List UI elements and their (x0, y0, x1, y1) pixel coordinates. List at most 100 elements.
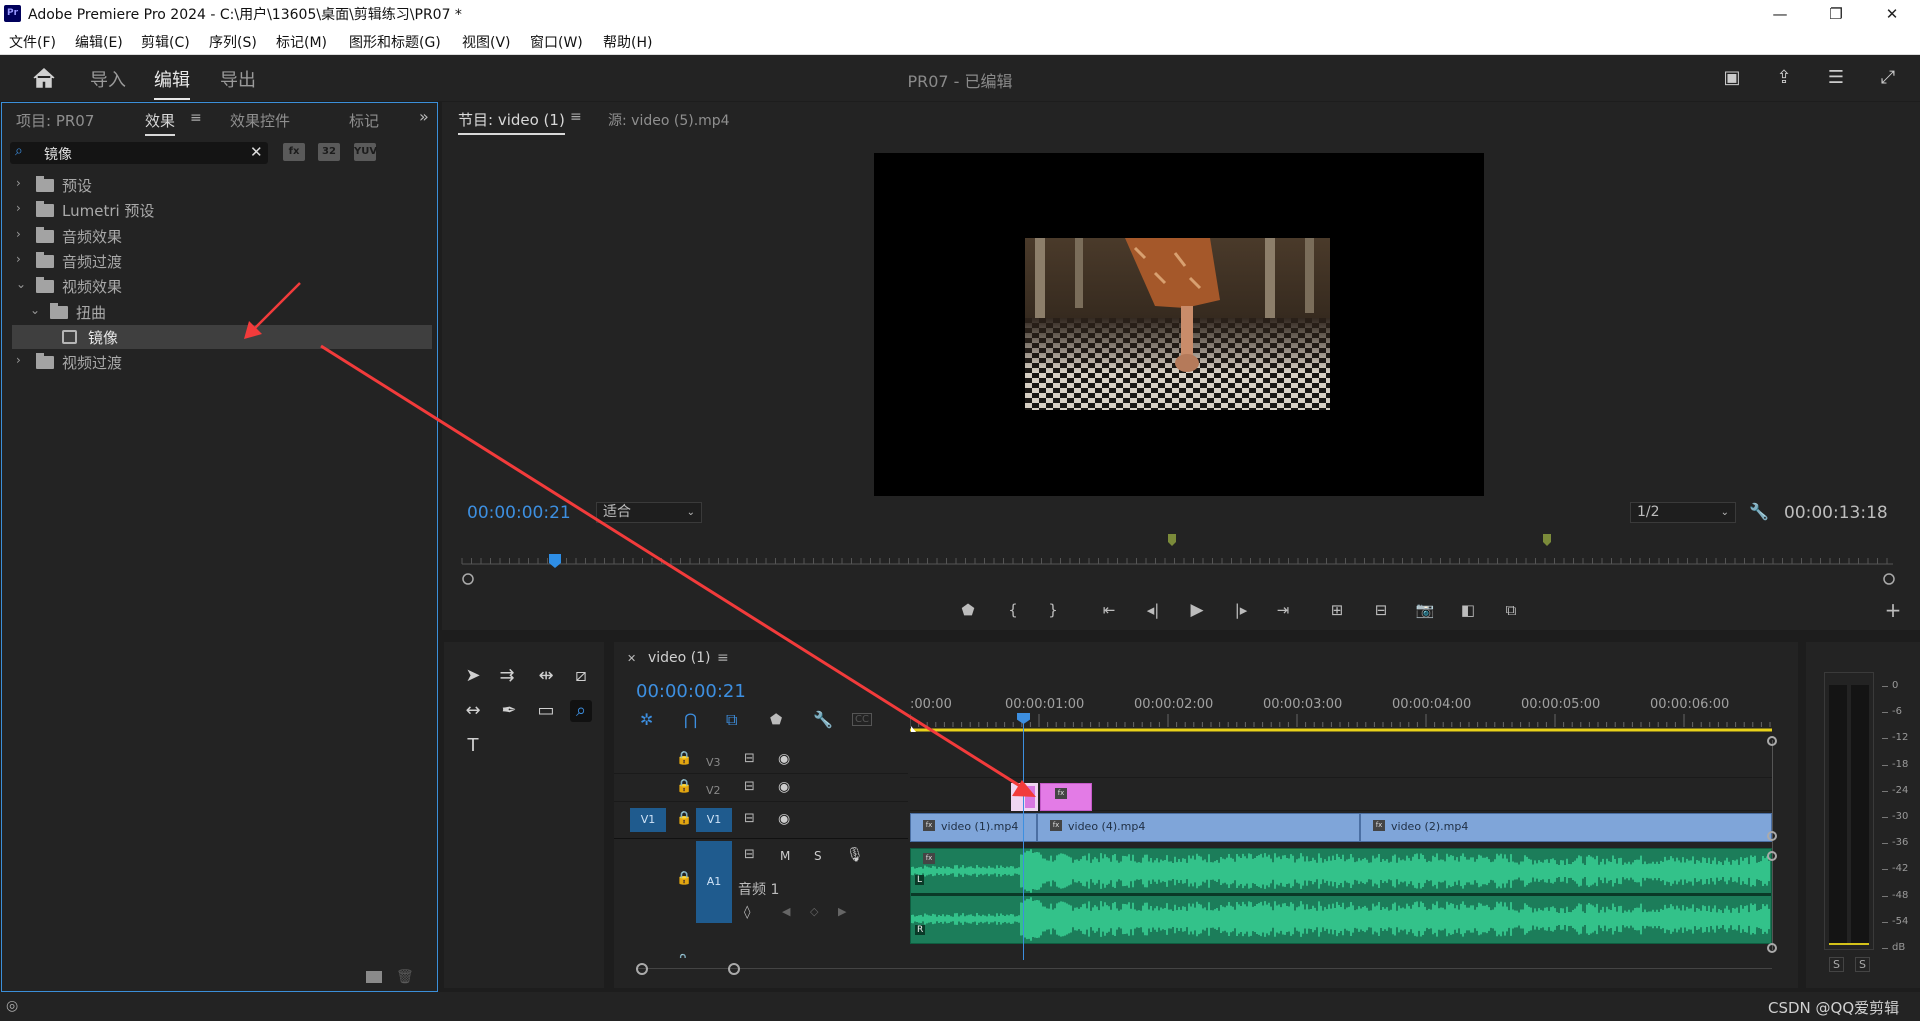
mark-out-icon[interactable]: } (1042, 601, 1064, 619)
step-back-icon[interactable]: ◂| (1142, 601, 1164, 619)
chevron-right-icon[interactable]: › (16, 176, 21, 190)
tree-item[interactable]: › 预设 (8, 173, 432, 197)
clip-video-4[interactable]: fx video (4).mp4 (1037, 813, 1360, 842)
fullscreen-icon[interactable]: ⤢ (1876, 66, 1900, 90)
play-icon[interactable]: ▶ (1186, 601, 1208, 619)
timeline-timecode[interactable]: 00:00:00:21 (636, 681, 746, 702)
menu-help[interactable]: 帮助(H) (603, 32, 652, 52)
step-forward-icon[interactable]: |▸ (1230, 601, 1252, 619)
snap-icon[interactable]: ⋂ (684, 710, 697, 729)
track-v3[interactable] (910, 748, 1772, 778)
solo-button[interactable]: S (814, 849, 822, 863)
minimize-button[interactable]: — (1752, 0, 1808, 28)
tree-item[interactable]: ⌄ 视频效果 (8, 274, 432, 298)
zoom-dropdown[interactable]: 适合 ⌄ (596, 502, 702, 523)
chevron-down-icon[interactable]: ⌄ (16, 277, 26, 291)
close-sequence-icon[interactable]: ✕ (627, 652, 636, 665)
button-editor-plus-icon[interactable]: + (1882, 600, 1904, 620)
timeline-menu-icon[interactable]: ≡ (717, 650, 729, 666)
program-menu-icon[interactable]: ≡ (570, 109, 582, 125)
nest-icon[interactable]: ✲ (640, 710, 653, 729)
lock-icon[interactable]: 🔒 (676, 871, 692, 886)
close-button[interactable]: ✕ (1864, 0, 1920, 28)
next-keyframe-icon[interactable]: ▶ (838, 905, 846, 918)
horizontal-scrollbar[interactable] (636, 968, 1772, 969)
clip-v2[interactable]: fx (1040, 783, 1092, 811)
add-marker-icon[interactable]: ⬟ (770, 712, 782, 728)
tab-markers[interactable]: 标记 (349, 110, 379, 131)
slip-tool-icon[interactable]: ↔ (462, 700, 484, 722)
go-to-in-icon[interactable]: ⇤ (1098, 601, 1120, 619)
clip-audio-1[interactable]: fx L R (910, 848, 1772, 944)
yuv-filter-button[interactable]: YUV (354, 143, 377, 161)
vertical-scrollbar[interactable] (1772, 740, 1773, 950)
selection-tool-icon[interactable]: ➤ (462, 665, 484, 687)
solo-left-button[interactable]: S (1829, 957, 1844, 972)
rectangle-tool-icon[interactable]: ▭ (535, 700, 557, 722)
eye-icon[interactable]: ◉ (778, 811, 790, 827)
timeline-settings-icon[interactable]: 🔧 (813, 710, 833, 729)
workspaces-icon[interactable]: ▣ (1720, 66, 1744, 90)
chevron-right-icon[interactable]: › (16, 353, 21, 367)
resolution-dropdown[interactable]: 1/2 ⌄ (1630, 502, 1736, 523)
clear-search-icon[interactable]: ✕ (250, 143, 263, 161)
zoom-handle-left[interactable] (636, 963, 648, 975)
menu-edit[interactable]: 编辑(E) (75, 32, 123, 52)
linked-selection-icon[interactable]: ⧉ (726, 710, 737, 730)
clip-video-1[interactable]: fx video (1).mp4 (910, 813, 1037, 842)
lift-icon[interactable]: ⊞ (1326, 601, 1348, 619)
menu-view[interactable]: 视图(V) (462, 32, 511, 52)
menu-markers[interactable]: 标记(M) (276, 32, 327, 52)
track-label[interactable]: A1 (696, 841, 732, 923)
extract-icon[interactable]: ⊟ (1370, 601, 1392, 619)
track-label[interactable]: V1 (696, 808, 732, 832)
tree-item[interactable]: › 视频过渡 (8, 350, 432, 374)
tree-item[interactable]: › 音频效果 (8, 224, 432, 248)
proxy-toggle-icon[interactable]: ⧉ (1500, 601, 1522, 619)
delete-icon[interactable]: 🗑 (396, 969, 414, 985)
sync-lock-icon[interactable]: ⊟ (744, 811, 755, 826)
sync-lock-icon[interactable]: ⊟ (744, 847, 755, 862)
tree-item[interactable]: ⌄ 扭曲 (8, 300, 432, 324)
panel-menu-icon[interactable]: ≡ (190, 110, 202, 126)
mute-button[interactable]: M (780, 849, 790, 863)
32bit-filter-button[interactable]: 32 (318, 143, 340, 161)
tree-item[interactable]: › 音频过渡 (8, 249, 432, 273)
scroll-handle[interactable] (1767, 831, 1777, 841)
export-frame-icon[interactable]: 📷 (1414, 601, 1436, 619)
tree-item[interactable]: 镜像 (12, 324, 432, 349)
track-label[interactable]: V3 (706, 756, 721, 769)
search-input[interactable]: 镜像 (44, 144, 72, 164)
tab-effect-controls[interactable]: 效果控件 (230, 110, 290, 131)
tab-program[interactable]: 节目: video (1) (458, 109, 565, 135)
sequence-tab[interactable]: video (1) (648, 650, 711, 666)
new-folder-icon[interactable] (366, 971, 382, 983)
chevron-right-icon[interactable]: › (16, 201, 21, 215)
tab-effects[interactable]: 效果 (145, 110, 176, 136)
share-icon[interactable]: ⇪ (1772, 66, 1796, 90)
scroll-handle-top[interactable] (1767, 736, 1777, 746)
pen-tool-icon[interactable]: ✒ (498, 700, 520, 722)
chevron-right-icon[interactable]: › (16, 252, 21, 266)
go-to-out-icon[interactable]: ⇥ (1272, 601, 1294, 619)
settings-wrench-icon[interactable]: 🔧 (1749, 502, 1769, 521)
solo-right-button[interactable]: S (1855, 957, 1870, 972)
eye-icon[interactable]: ◉ (778, 751, 790, 767)
clip-video-2[interactable]: fx video (2).mp4 (1360, 813, 1772, 842)
captions-icon[interactable]: CC (852, 713, 872, 726)
comparison-view-icon[interactable]: ◧ (1457, 601, 1479, 619)
ripple-edit-tool-icon[interactable]: ⇹ (535, 665, 557, 687)
quick-export-icon[interactable]: ☰ (1824, 66, 1848, 90)
track-label[interactable]: V2 (706, 784, 721, 797)
creative-cloud-icon[interactable]: ◎ (6, 998, 18, 1014)
add-marker-icon[interactable]: ⬟ (957, 601, 979, 619)
tab-source[interactable]: 源: video (5).mp4 (608, 110, 730, 130)
add-keyframe-icon[interactable]: ◇ (810, 905, 818, 918)
prev-keyframe-icon[interactable]: ◀ (782, 905, 790, 918)
keyframe-icon[interactable]: ◊ (744, 905, 750, 920)
program-timecode[interactable]: 00:00:00:21 (467, 503, 571, 523)
menu-window[interactable]: 窗口(W) (530, 32, 583, 52)
razor-tool-icon[interactable]: ⧄ (570, 665, 592, 687)
menu-file[interactable]: 文件(F) (9, 32, 56, 52)
sync-lock-icon[interactable]: ⊟ (744, 779, 755, 794)
